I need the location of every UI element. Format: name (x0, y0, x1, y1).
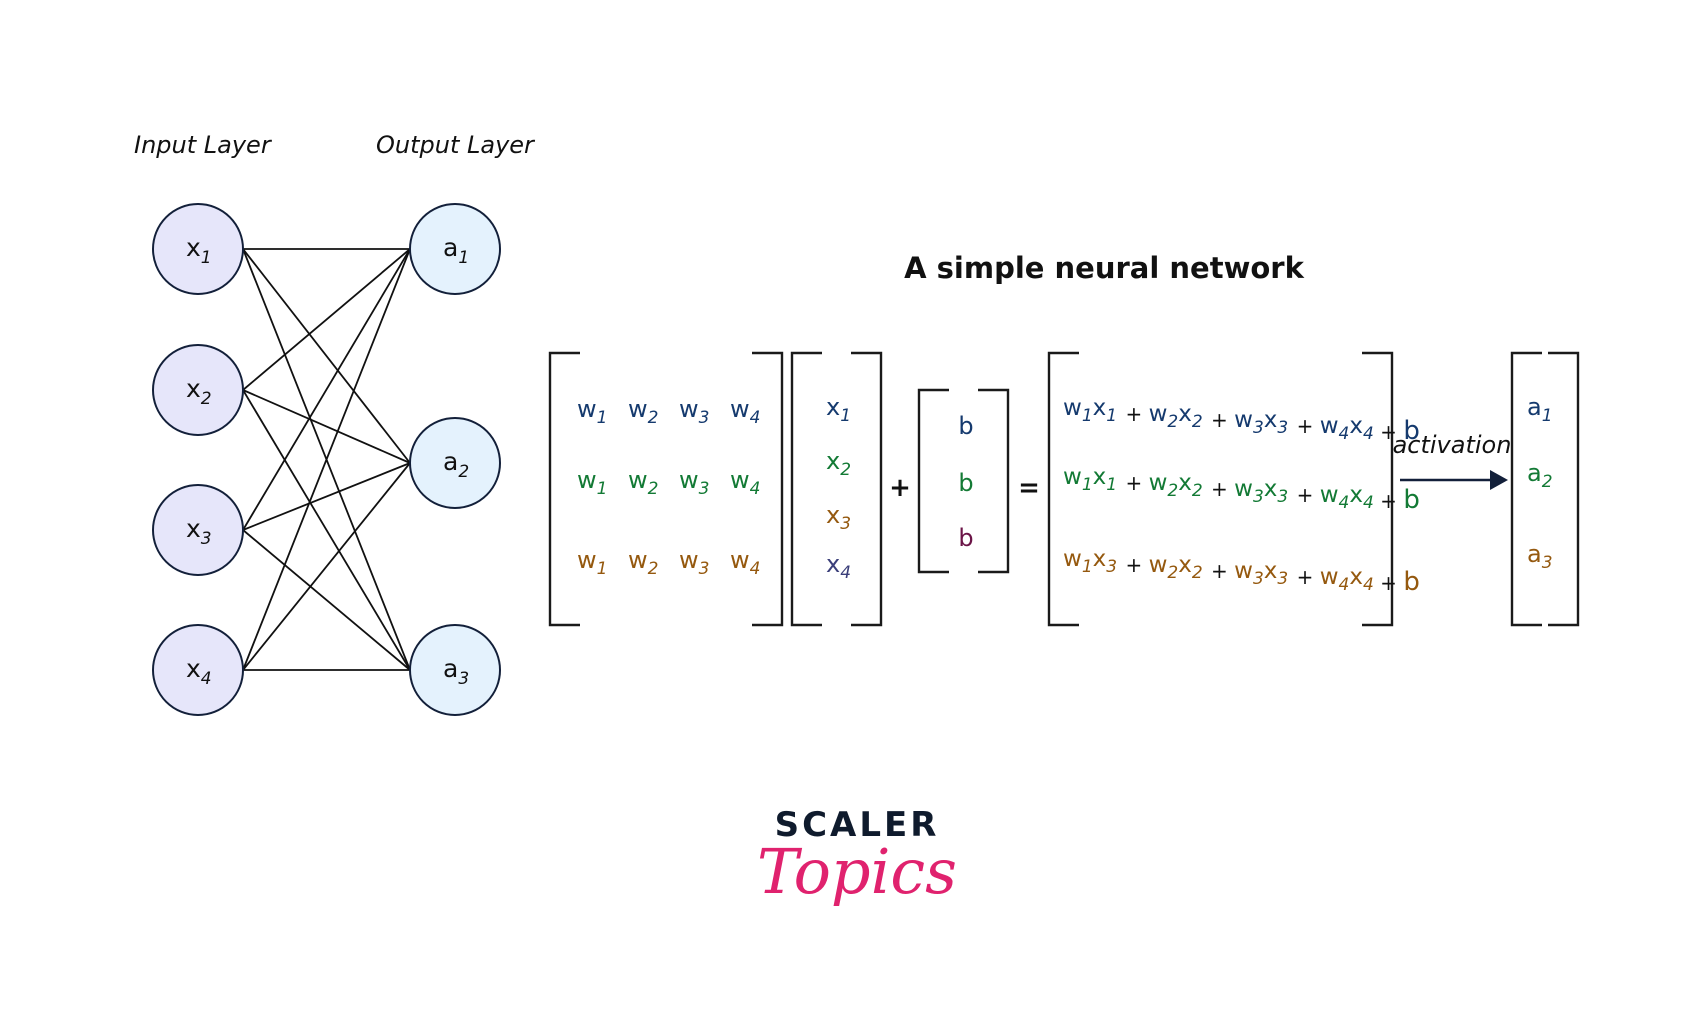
edge-x3-a3 (242, 529, 411, 671)
output-layer-label: Output Layer (376, 131, 536, 159)
weight-cell-r1-c2: w2 (628, 395, 658, 428)
output-layer-nodes: a1 a2 a3 (409, 203, 501, 716)
activation-label: activation (1393, 431, 1512, 459)
input-vector-x3: x3 (826, 501, 851, 534)
network-edges (242, 248, 411, 671)
plus-operator: + (889, 473, 911, 503)
edge-x4-a2 (242, 462, 411, 671)
result-row-1: w1x1 + w2x2 + w3x3 + w4x4 + b (1063, 395, 1420, 446)
weight-cell-r2-c1: w1 (577, 466, 607, 499)
output-vector: a1 a2 a3 (1527, 393, 1553, 573)
weight-cell-r2-c4: w4 (730, 466, 760, 499)
input-vector-bracket-left (790, 351, 822, 627)
edge-x2-a1 (242, 248, 411, 391)
weight-cell-r1-c1: w1 (577, 395, 607, 428)
weight-matrix: w1 w2 w3 w4 w1 w2 w3 w4 w1 w2 w3 w4 (577, 395, 760, 579)
edge-x3-a2 (242, 462, 411, 531)
output-vector-a2: a2 (1527, 459, 1553, 492)
equals-operator: = (1018, 473, 1040, 503)
weight-cell-r3-c1: w1 (577, 546, 607, 579)
bias-vector-b2: b (958, 469, 973, 497)
input-layer-label: Input Layer (134, 131, 273, 159)
output-node-a1: a1 (409, 203, 501, 295)
output-vector-a1: a1 (1527, 393, 1553, 426)
output-node-a3: a3 (409, 624, 501, 716)
result-row-2: w1x1 + w2x2 + w3x3 + w4x4 + b (1063, 464, 1420, 515)
diagram-canvas: Input Layer Output Layer x1 x2 x3 x4 a1 a2 a3… (134, 131, 1580, 908)
input-vector-x1: x1 (826, 393, 851, 426)
input-vector-bracket-right (851, 351, 883, 627)
input-vector: x1 x2 x3 x4 (826, 393, 851, 583)
weight-cell-r2-c3: w3 (679, 466, 709, 499)
weight-cell-r1-c3: w3 (679, 395, 709, 428)
weight-cell-r1-c4: w4 (730, 395, 760, 428)
activation-arrow-head-icon (1490, 470, 1508, 490)
input-node-x1: x1 (152, 203, 244, 295)
weight-cell-r3-c2: w2 (628, 546, 658, 579)
result-vector: w1x1 + w2x2 + w3x3 + w4x4 + b w1x1 + w2x2… (1063, 395, 1420, 597)
bias-vector-b3: b (958, 524, 973, 552)
logo-topics-text: Topics (757, 835, 957, 908)
bias-vector-bracket-left (917, 388, 949, 574)
edge-x2-a2 (242, 389, 411, 464)
input-vector-x2: x2 (826, 447, 851, 480)
scaler-topics-logo: SCALER Topics (757, 805, 957, 908)
result-row-3: w1x3 + w2x2 + w3x3 + w4x4 + b (1063, 546, 1420, 597)
input-node-x3: x3 (152, 484, 244, 576)
diagram-title: A simple neural network (904, 251, 1304, 285)
weight-cell-r3-c3: w3 (679, 546, 709, 579)
input-node-x2: x2 (152, 344, 244, 436)
input-node-x4: x4 (152, 624, 244, 716)
bias-vector-bracket-right (978, 388, 1010, 574)
input-layer-nodes: x1 x2 x3 x4 (152, 203, 244, 716)
weight-cell-r3-c4: w4 (730, 546, 760, 579)
weight-matrix-bracket-left (548, 351, 580, 627)
edge-x3-a1 (242, 248, 411, 531)
bias-vector: bbb (958, 412, 973, 552)
bias-vector-b1: b (958, 412, 973, 440)
output-vector-a3: a3 (1527, 540, 1553, 573)
input-vector-x4: x4 (826, 550, 851, 583)
output-node-a2: a2 (409, 417, 501, 509)
weight-cell-r2-c2: w2 (628, 466, 658, 499)
